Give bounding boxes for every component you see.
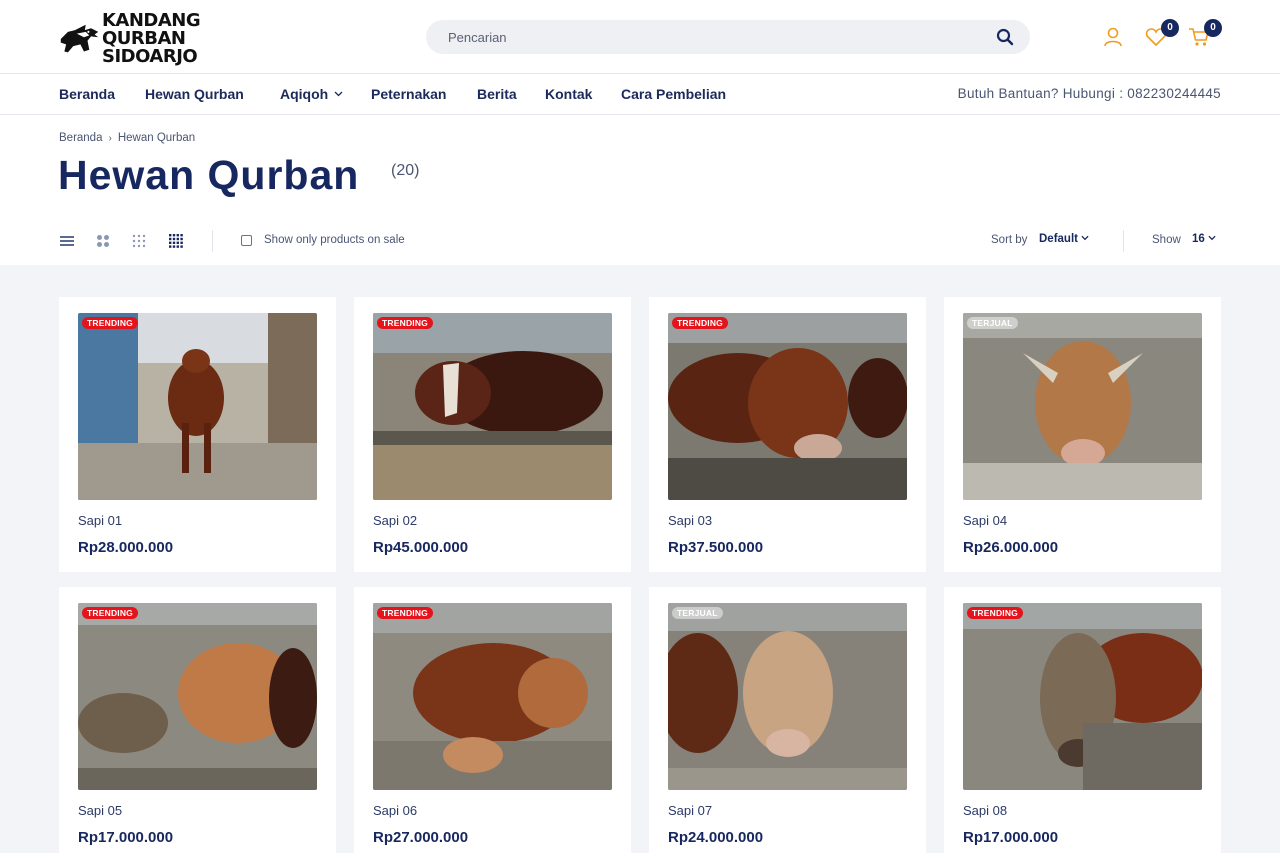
- product-card[interactable]: TRENDING Sapi 08 Rp17.000.000: [944, 587, 1221, 862]
- wishlist-button[interactable]: 0: [1145, 19, 1179, 48]
- main-nav: Beranda Hewan Qurban Aqiqoh Peternakan B…: [0, 74, 1280, 115]
- product-card[interactable]: TRENDING Sapi 05 Rp17.000.000: [59, 587, 336, 862]
- product-photo[interactable]: TRENDING: [668, 313, 907, 500]
- product-name[interactable]: Sapi 05: [78, 803, 122, 818]
- brand-line-1: KANDANG QURBAN: [101, 10, 201, 49]
- product-price: Rp28.000.000: [78, 539, 174, 556]
- product-count: (20): [391, 162, 420, 179]
- search-bar: [426, 20, 1030, 54]
- breadcrumb-home[interactable]: Beranda: [59, 132, 102, 144]
- chevron-down-icon: [334, 91, 343, 97]
- product-name[interactable]: Sapi 08: [963, 803, 1007, 818]
- toolbar-divider: [212, 230, 213, 252]
- breadcrumb-separator-icon: ›: [108, 133, 112, 144]
- wishlist-count-badge: 0: [1161, 19, 1179, 37]
- sold-badge: TERJUAL: [967, 317, 1018, 329]
- chevron-down-icon: [1208, 235, 1216, 241]
- top-header: KANDANG QURBAN SIDOARJO 0 0: [0, 0, 1280, 74]
- grid-4-view-icon[interactable]: [168, 233, 184, 249]
- user-icon[interactable]: [1102, 26, 1124, 48]
- breadcrumb: Beranda › Hewan Qurban: [59, 132, 195, 144]
- list-view-icon[interactable]: [59, 233, 75, 249]
- nav-cara-pembelian[interactable]: Cara Pembelian: [621, 86, 726, 102]
- search-icon[interactable]: [996, 28, 1014, 46]
- sale-only-label[interactable]: Show only products on sale: [264, 234, 405, 246]
- sold-badge: TERJUAL: [672, 607, 723, 619]
- page-title: Hewan Qurban: [58, 152, 360, 198]
- product-card[interactable]: TRENDING Sapi 03 Rp37.500.000: [649, 297, 926, 572]
- product-photo[interactable]: TRENDING: [373, 313, 612, 500]
- toolbar-divider-2: [1123, 230, 1124, 252]
- product-price: Rp45.000.000: [373, 539, 469, 556]
- breadcrumb-current: Hewan Qurban: [117, 132, 196, 144]
- nav-kontak[interactable]: Kontak: [545, 86, 592, 102]
- product-photo[interactable]: TRENDING: [963, 603, 1202, 790]
- product-photo[interactable]: TERJUAL: [963, 313, 1202, 500]
- grid-2-view-icon[interactable]: [95, 233, 111, 249]
- product-card[interactable]: TRENDING Sapi 06 Rp27.000.000: [354, 587, 631, 862]
- product-card[interactable]: TRENDING Sapi 01 Rp28.000.000: [59, 297, 336, 572]
- sale-only-checkbox[interactable]: [241, 235, 252, 246]
- show-label: Show: [1152, 234, 1181, 246]
- show-dropdown[interactable]: 16: [1192, 233, 1216, 245]
- product-name[interactable]: Sapi 01: [78, 513, 122, 528]
- trending-badge: TRENDING: [82, 607, 138, 619]
- product-price: Rp27.000.000: [373, 829, 469, 846]
- product-name[interactable]: Sapi 06: [373, 803, 417, 818]
- product-price: Rp24.000.000: [668, 829, 764, 846]
- brand-name: KANDANG QURBAN SIDOARJO: [102, 12, 269, 66]
- trending-badge: TRENDING: [377, 317, 433, 329]
- nav-hewan-qurban[interactable]: Hewan Qurban: [145, 86, 244, 102]
- sort-value: Default: [1039, 233, 1078, 245]
- product-photo[interactable]: TRENDING: [78, 313, 317, 500]
- grid-3-view-icon[interactable]: [131, 233, 147, 249]
- nav-aqiqoh-label: Aqiqoh: [280, 86, 329, 102]
- product-card[interactable]: TRENDING Sapi 02 Rp45.000.000: [354, 297, 631, 572]
- product-price: Rp17.000.000: [963, 829, 1059, 846]
- product-name[interactable]: Sapi 07: [668, 803, 712, 818]
- product-card[interactable]: TERJUAL Sapi 07 Rp24.000.000: [649, 587, 926, 862]
- product-name[interactable]: Sapi 03: [668, 513, 712, 528]
- trending-badge: TRENDING: [377, 607, 433, 619]
- site-logo[interactable]: KANDANG QURBAN SIDOARJO: [59, 12, 269, 66]
- brand-line-2: SIDOARJO: [101, 46, 198, 67]
- nav-aqiqoh[interactable]: Aqiqoh: [280, 86, 343, 102]
- nav-berita[interactable]: Berita: [477, 86, 517, 102]
- product-price: Rp26.000.000: [963, 539, 1059, 556]
- search-input[interactable]: [448, 28, 968, 46]
- product-grid: TRENDING Sapi 01 Rp28.000.000 TRENDING S…: [0, 265, 1280, 862]
- product-photo[interactable]: TERJUAL: [668, 603, 907, 790]
- product-price: Rp17.000.000: [78, 829, 174, 846]
- product-photo[interactable]: TRENDING: [78, 603, 317, 790]
- trending-badge: TRENDING: [82, 317, 138, 329]
- product-card[interactable]: TERJUAL Sapi 04 Rp26.000.000: [944, 297, 1221, 572]
- cart-button[interactable]: 0: [1188, 19, 1222, 48]
- nav-peternakan[interactable]: Peternakan: [371, 86, 446, 102]
- cart-count-badge: 0: [1204, 19, 1222, 37]
- chevron-down-icon: [1081, 235, 1089, 241]
- trending-badge: TRENDING: [967, 607, 1023, 619]
- product-price: Rp37.500.000: [668, 539, 764, 556]
- show-value: 16: [1192, 233, 1205, 245]
- sort-label: Sort by: [991, 234, 1028, 246]
- nav-beranda[interactable]: Beranda: [59, 86, 115, 102]
- trending-badge: TRENDING: [672, 317, 728, 329]
- goat-logo-icon: [60, 24, 99, 53]
- help-contact[interactable]: Butuh Bantuan? Hubungi : 082230244445: [958, 86, 1221, 101]
- product-name[interactable]: Sapi 02: [373, 513, 417, 528]
- product-name[interactable]: Sapi 04: [963, 513, 1007, 528]
- sort-dropdown[interactable]: Default: [1039, 233, 1089, 245]
- product-photo[interactable]: TRENDING: [373, 603, 612, 790]
